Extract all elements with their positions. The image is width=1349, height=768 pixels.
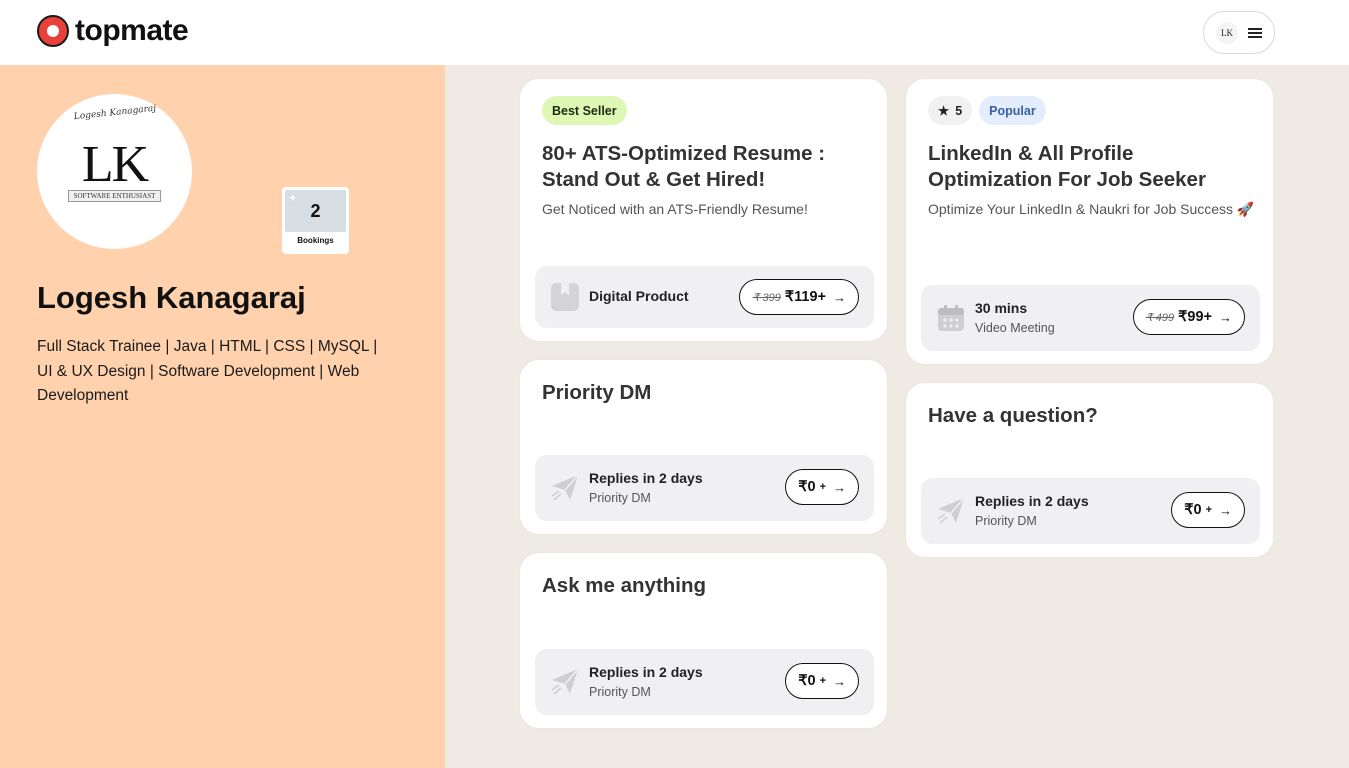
service-card-resume[interactable]: Best Seller 80+ ATS-Optimized Resume : S… — [519, 78, 888, 342]
profile-name: Logesh Kanagaraj — [37, 280, 306, 315]
arrow-right-icon: → — [833, 673, 846, 689]
user-menu-button[interactable]: LK — [1203, 11, 1275, 54]
price-button[interactable]: ₹0 + → — [1171, 492, 1245, 528]
card-title: LinkedIn & All Profile Optimization For … — [928, 142, 1206, 191]
price-button[interactable]: ₹0 + → — [785, 469, 859, 505]
arrow-right-icon: → — [1219, 502, 1232, 518]
service-card-linkedin[interactable]: ★ 5 Popular LinkedIn & All Profile Optim… — [905, 78, 1274, 365]
topmate-logo-icon — [37, 15, 69, 47]
arrow-right-icon: → — [833, 479, 846, 495]
footer-type: Digital Product — [589, 288, 689, 304]
price: ₹0 — [798, 479, 816, 495]
sparkle-icon: ✦ — [289, 193, 297, 203]
service-card-ask-anything[interactable]: Ask me anything Replies in 2 days Priori… — [519, 552, 888, 729]
footer-type: Priority DM — [975, 514, 1037, 528]
card-title: 80+ ATS-Optimized Resume : Stand Out & G… — [542, 142, 826, 191]
card-description: Get Noticed with an ATS-Friendly Resume! — [542, 201, 808, 217]
paper-plane-icon — [937, 497, 965, 524]
bookings-count: 2 — [310, 200, 321, 221]
footer-type: Priority DM — [589, 685, 651, 699]
card-footer: Replies in 2 days Priority DM ₹0 + → — [535, 649, 874, 715]
price-button[interactable]: ₹0 + → — [785, 663, 859, 699]
hamburger-menu-icon — [1248, 27, 1262, 38]
top-bar: topmate LK — [0, 0, 1349, 65]
paper-plane-icon — [551, 474, 579, 501]
popular-badge: Popular — [979, 96, 1046, 125]
calendar-icon — [938, 305, 964, 331]
best-seller-badge: Best Seller — [542, 96, 627, 125]
footer-duration: 30 mins — [975, 300, 1028, 316]
price-plus: + — [1205, 504, 1212, 516]
profile-bio: Full Stack Trainee | Java | HTML | CSS |… — [37, 338, 378, 404]
footer-reply-time: Replies in 2 days — [589, 664, 703, 680]
topmate-logo[interactable]: topmate — [37, 14, 189, 48]
price-plus: + — [819, 481, 826, 493]
paper-plane-icon — [551, 668, 579, 695]
card-footer: Replies in 2 days Priority DM ₹0 + → — [921, 478, 1260, 544]
arrow-right-icon: → — [1219, 309, 1232, 325]
bookings-badge: ✦ 2 Bookings — [282, 187, 349, 254]
card-description: Optimize Your LinkedIn & Naukri for Job … — [928, 201, 1255, 217]
footer-type: Priority DM — [589, 491, 651, 505]
bookmark-icon — [551, 283, 579, 311]
footer-reply-time: Replies in 2 days — [975, 493, 1089, 509]
price: ₹0 — [798, 673, 816, 689]
price: ₹0 — [1184, 502, 1202, 518]
profile-panel: LK Logesh Kanagaraj SOFTWARE ENTHUSIAST … — [0, 65, 445, 768]
avatar-initials: LK — [81, 135, 149, 193]
rating-value: 5 — [955, 103, 963, 118]
profile-avatar: LK Logesh Kanagaraj SOFTWARE ENTHUSIAST — [37, 94, 192, 249]
price-button[interactable]: ₹ 399 ₹119+ → — [739, 279, 859, 315]
card-footer: Replies in 2 days Priority DM ₹0 + → — [535, 455, 874, 521]
footer-reply-time: Replies in 2 days — [589, 470, 703, 486]
bookings-label: Bookings — [297, 236, 334, 245]
user-avatar: LK — [1216, 21, 1238, 44]
star-icon: ★ — [938, 104, 950, 118]
card-footer: Digital Product ₹ 399 ₹119+ → — [535, 266, 874, 328]
arrow-right-icon: → — [833, 289, 846, 305]
price: ₹119+ — [784, 289, 826, 305]
avatar-signature: Logesh Kanagaraj — [72, 103, 157, 123]
card-title: Have a question? — [928, 404, 1098, 427]
service-card-question[interactable]: Have a question? Replies in 2 days Prior… — [905, 382, 1274, 558]
card-title: Priority DM — [542, 381, 652, 404]
price-plus: + — [819, 675, 826, 687]
old-price: ₹ 499 — [1145, 311, 1175, 324]
service-card-priority-dm[interactable]: Priority DM Replies in 2 days Priority D… — [519, 359, 888, 535]
old-price: ₹ 399 — [752, 291, 781, 304]
card-title: Ask me anything — [542, 574, 707, 597]
footer-type: Video Meeting — [975, 321, 1055, 335]
card-footer: 30 mins Video Meeting ₹ 499 ₹99+ → — [921, 285, 1260, 351]
price: ₹99+ — [1178, 309, 1212, 325]
rating-badge: ★ 5 — [928, 96, 973, 125]
brand-name: topmate — [75, 14, 189, 47]
price-button[interactable]: ₹ 499 ₹99+ → — [1132, 299, 1245, 335]
